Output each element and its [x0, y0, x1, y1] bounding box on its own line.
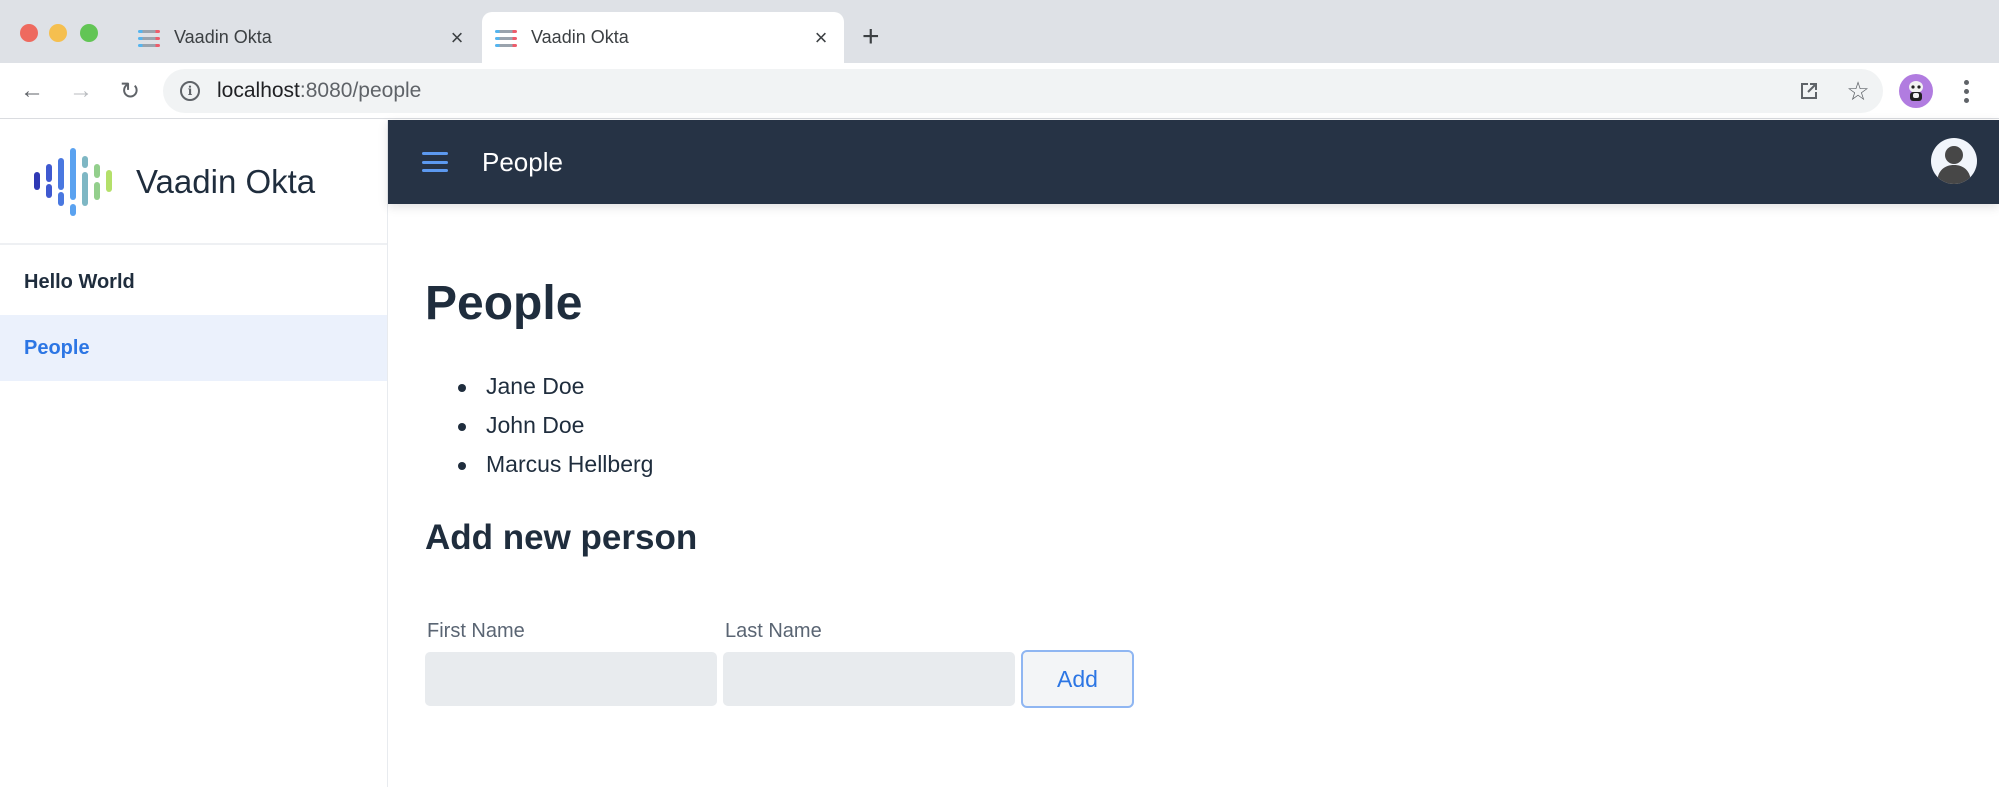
browser-tab-active[interactable]: Vaadin Okta ×	[482, 12, 844, 63]
user-avatar-icon[interactable]	[1931, 138, 1977, 184]
first-name-input[interactable]	[425, 652, 717, 706]
browser-tab[interactable]: Vaadin Okta ×	[125, 12, 480, 63]
window-maximize-button[interactable]	[80, 24, 98, 42]
last-name-field: Last Name	[723, 620, 1015, 706]
info-icon[interactable]: i	[180, 81, 200, 101]
sidebar-item-hello-world[interactable]: Hello World	[0, 249, 387, 315]
brand: Vaadin Okta	[0, 120, 387, 245]
address-bar[interactable]: i localhost:8080/people ☆	[163, 69, 1883, 113]
header-title: People	[482, 146, 563, 177]
last-name-label: Last Name	[725, 620, 822, 642]
list-item: Jane Doe	[425, 367, 1999, 406]
list-item: John Doe	[425, 406, 1999, 445]
brand-name: Vaadin Okta	[136, 162, 316, 200]
browser-toolbar: ← → ↻ i localhost:8080/people ☆	[0, 63, 1999, 119]
browser-tab-strip: Vaadin Okta × Vaadin Okta × +	[0, 0, 1999, 63]
app-header: People	[388, 120, 1999, 204]
tab-title: Vaadin Okta	[531, 27, 629, 47]
first-name-field: First Name	[425, 620, 717, 706]
window-minimize-button[interactable]	[49, 24, 67, 42]
vaadin-logo-icon	[34, 147, 112, 216]
add-button[interactable]: Add	[1021, 650, 1134, 708]
vaadin-lines-icon	[137, 28, 161, 48]
reload-icon[interactable]: ↻	[114, 75, 146, 107]
forward-arrow-icon[interactable]: →	[65, 75, 97, 107]
add-person-form: First Name Last Name Add	[425, 620, 1999, 708]
people-list: Jane Doe John Doe Marcus Hellberg	[425, 367, 1999, 484]
open-external-icon[interactable]	[1793, 69, 1825, 113]
last-name-input[interactable]	[723, 652, 1015, 706]
back-arrow-icon[interactable]: ←	[16, 75, 48, 107]
url-text[interactable]: localhost:8080/people	[217, 79, 421, 103]
new-tab-button[interactable]: +	[862, 22, 880, 52]
close-icon[interactable]: ×	[806, 23, 836, 53]
page-title: People	[425, 277, 583, 330]
browser-profile-avatar[interactable]	[1899, 74, 1933, 108]
sidebar: Vaadin Okta Hello World People	[0, 120, 388, 787]
browser-menu-icon[interactable]	[1952, 77, 1980, 105]
list-item: Marcus Hellberg	[425, 445, 1999, 484]
bookmark-star-icon[interactable]: ☆	[1842, 69, 1874, 113]
sidebar-item-people[interactable]: People	[0, 315, 387, 381]
first-name-label: First Name	[427, 620, 525, 642]
url-path: :8080/people	[299, 79, 422, 102]
vaadin-lines-icon	[494, 28, 518, 48]
url-host: localhost	[217, 79, 300, 102]
hamburger-menu-icon[interactable]	[422, 152, 448, 172]
section-title: Add new person	[425, 518, 698, 557]
main-content: People Jane Doe John Doe Marcus Hellberg…	[388, 204, 1999, 787]
sidebar-nav: Hello World People	[0, 245, 387, 381]
close-icon[interactable]: ×	[442, 23, 472, 53]
tab-title: Vaadin Okta	[174, 27, 272, 47]
window-close-button[interactable]	[20, 24, 38, 42]
